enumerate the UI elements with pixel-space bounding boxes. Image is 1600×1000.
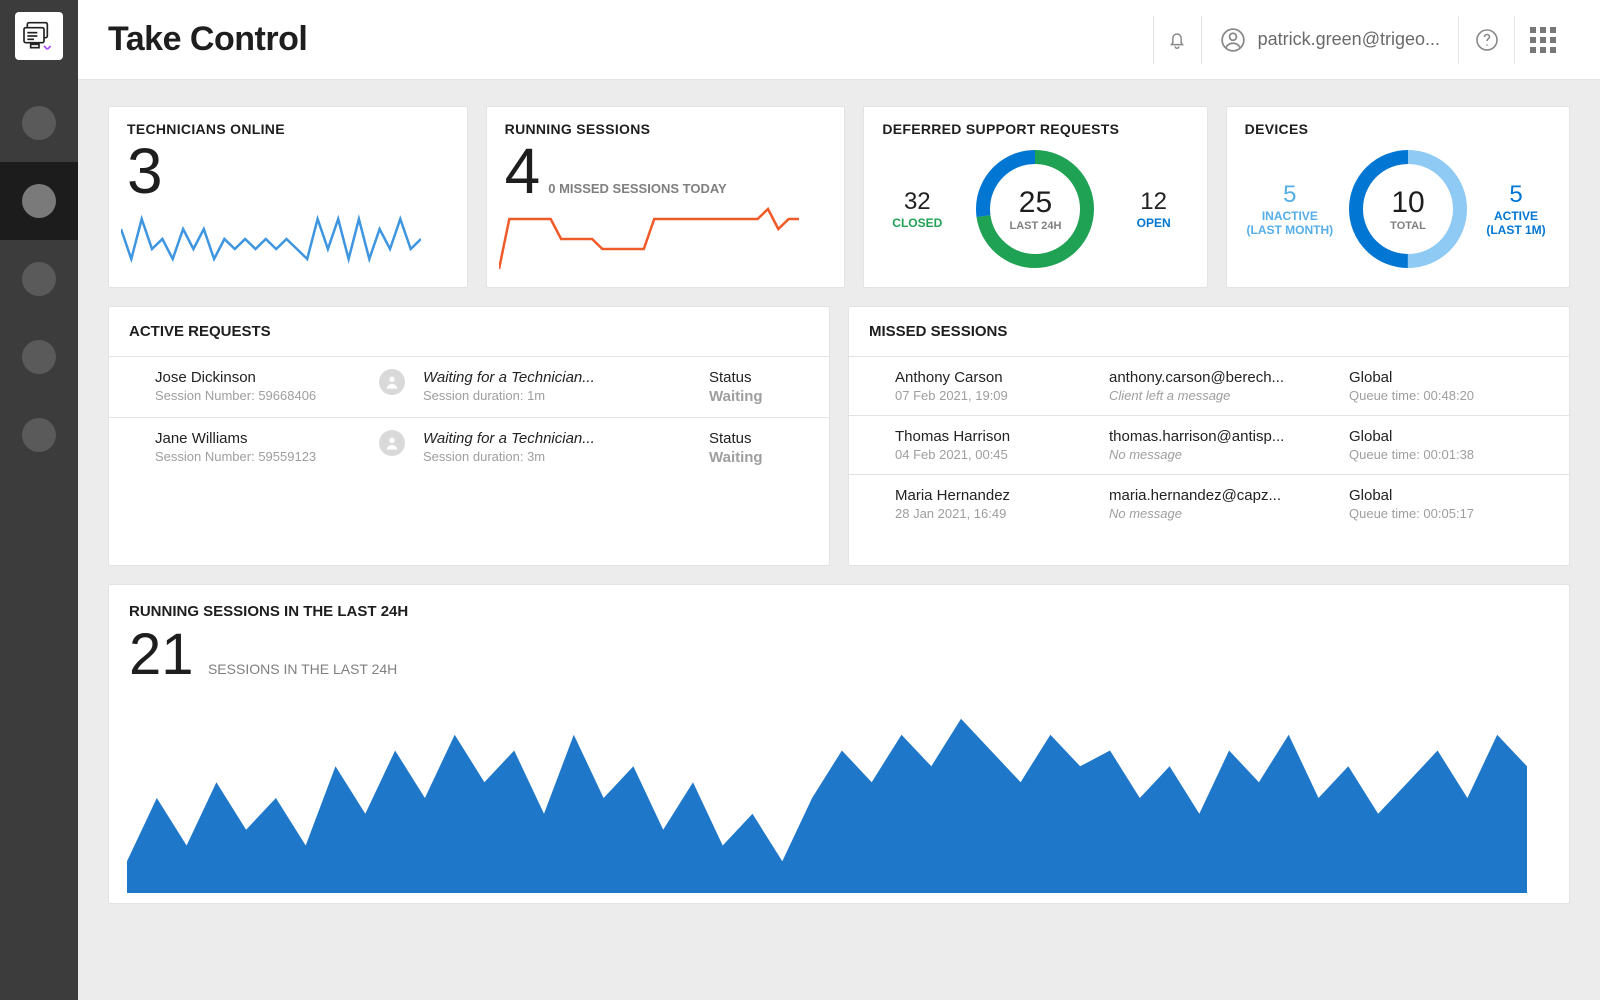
message-status: No message [1109,447,1335,462]
deferred-donut: 25 LAST 24H [970,144,1100,274]
app-logo[interactable] [15,12,63,60]
session-datetime: 04 Feb 2021, 00:45 [895,447,1095,462]
panel-title: MISSED SESSIONS [849,307,1569,357]
left-nav-rail [0,0,78,1000]
session-datetime: 28 Jan 2021, 16:49 [895,506,1095,521]
user-avatar-icon [379,369,405,395]
card-deferred-requests: DEFERRED SUPPORT REQUESTS 32 CLOSED 25 L… [863,106,1207,288]
panel-active-requests: ACTIVE REQUESTS Jose Dickinson Session Nu… [108,306,830,566]
customer-name: Anthony Carson [895,369,1095,386]
devices-active: 5 ACTIVE (LAST 1M) [1481,181,1551,237]
nav-item-4[interactable] [0,318,78,396]
sessions-24h-count: 21 [129,626,194,684]
card-title: TECHNICIANS ONLINE [127,121,449,137]
customer-name: Thomas Harrison [895,428,1095,445]
active-request-row[interactable]: Jane Williams Session Number: 59559123 Wai… [109,418,829,478]
running-sessions-count: 4 [505,139,541,203]
user-avatar-icon [379,430,405,456]
dashboard-content: TECHNICIANS ONLINE 3 RUNNING SESSIONS 4 … [78,80,1600,1000]
session-duration: Session duration: 3m [423,449,695,464]
app-title: Take Control [108,20,307,59]
customer-email: thomas.harrison@antisp... [1109,428,1335,445]
sessions-24h-label: SESSIONS IN THE LAST 24H [208,661,397,677]
deferred-closed: 32 CLOSED [882,188,952,230]
panel-title: ACTIVE REQUESTS [109,307,829,357]
card-title: DEVICES [1245,121,1551,137]
user-menu[interactable]: patrick.green@trigeo... [1201,16,1458,64]
technicians-sparkline [121,199,421,279]
help-icon[interactable] [1458,16,1514,64]
status-label: Status [709,369,809,386]
active-request-row[interactable]: Jose Dickinson Session Number: 59668406 Wa… [109,357,829,418]
requester-name: Jose Dickinson [155,369,365,386]
card-running-sessions: RUNNING SESSIONS 4 0 MISSED SESSIONS TOD… [486,106,846,288]
nav-item-1[interactable] [0,84,78,162]
sessions-24h-area-chart [127,703,1527,893]
queue-time: Queue time: 00:05:17 [1349,506,1549,521]
devices-donut: 10 TOTAL [1343,144,1473,274]
user-email: patrick.green@trigeo... [1258,29,1440,50]
panel-missed-sessions: MISSED SESSIONS Anthony Carson 07 Feb 202… [848,306,1570,566]
request-state: Waiting for a Technician... [423,430,695,447]
card-devices: DEVICES 5 INACTIVE (LAST MONTH) 10 TOTAL [1226,106,1570,288]
session-number: Session Number: 59559123 [155,449,365,464]
session-number: Session Number: 59668406 [155,388,365,403]
customer-email: anthony.carson@berech... [1109,369,1335,386]
missed-session-row[interactable]: Thomas Harrison 04 Feb 2021, 00:45 thomas.… [849,416,1569,475]
panel-running-last-24h: RUNNING SESSIONS IN THE LAST 24H 21 SESS… [108,584,1570,904]
session-duration: Session duration: 1m [423,388,695,403]
status-label: Status [709,430,809,447]
message-status: Client left a message [1109,388,1335,403]
missed-session-row[interactable]: Anthony Carson 07 Feb 2021, 19:09 anthony.… [849,357,1569,416]
header-bar: Take Control patrick.green@trigeo... [78,0,1600,80]
requester-name: Jane Williams [155,430,365,447]
card-technicians-online: TECHNICIANS ONLINE 3 [108,106,468,288]
notifications-icon[interactable] [1153,16,1201,64]
deferred-open: 12 OPEN [1119,188,1189,230]
customer-email: maria.hernandez@capz... [1109,487,1335,504]
queue-time: Queue time: 00:48:20 [1349,388,1549,403]
technicians-count: 3 [127,139,449,203]
missed-session-row[interactable]: Maria Hernandez 28 Jan 2021, 16:49 maria.h… [849,475,1569,533]
message-status: No message [1109,506,1335,521]
card-title: RUNNING SESSIONS [505,121,827,137]
session-scope: Global [1349,428,1549,445]
nav-item-dashboard[interactable] [0,162,78,240]
session-scope: Global [1349,369,1549,386]
queue-time: Queue time: 00:01:38 [1349,447,1549,462]
apps-grid-icon[interactable] [1514,16,1570,64]
status-value: Waiting [709,449,809,466]
request-state: Waiting for a Technician... [423,369,695,386]
customer-name: Maria Hernandez [895,487,1095,504]
missed-today-label: 0 MISSED SESSIONS TODAY [548,181,726,196]
devices-inactive: 5 INACTIVE (LAST MONTH) [1245,181,1335,237]
nav-item-5[interactable] [0,396,78,474]
status-value: Waiting [709,388,809,405]
panel-title: RUNNING SESSIONS IN THE LAST 24H [129,603,1549,620]
session-scope: Global [1349,487,1549,504]
session-datetime: 07 Feb 2021, 19:09 [895,388,1095,403]
running-sparkline [499,199,799,279]
nav-item-3[interactable] [0,240,78,318]
card-title: DEFERRED SUPPORT REQUESTS [882,121,1188,137]
